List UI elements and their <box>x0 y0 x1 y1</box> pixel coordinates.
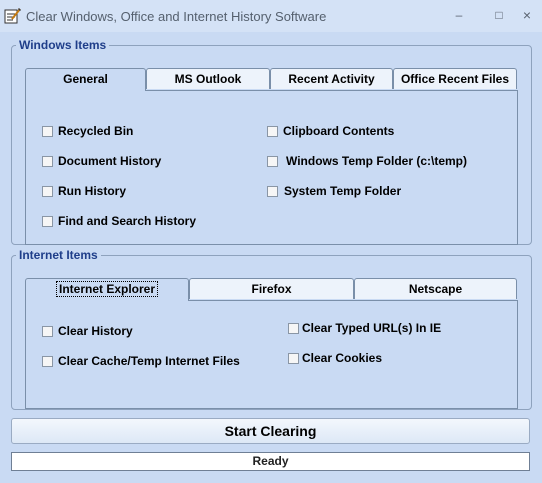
tab-netscape[interactable]: Netscape <box>354 278 517 299</box>
option-find-search-history[interactable]: Find and Search History <box>42 214 196 228</box>
tab-internet-explorer[interactable]: Internet Explorer <box>25 278 189 301</box>
window-title: Clear Windows, Office and Internet Histo… <box>26 9 327 24</box>
internet-items-group: Internet Items Internet Explorer Firefox… <box>11 248 532 410</box>
option-clear-cookies[interactable]: Clear Cookies <box>288 351 382 365</box>
windows-items-group: Windows Items General MS Outlook Recent … <box>11 38 532 245</box>
tab-general[interactable]: General <box>25 68 146 91</box>
tab-recent-activity-label: Recent Activity <box>288 72 375 86</box>
tab-firefox-label: Firefox <box>251 282 292 296</box>
internet-items-legend: Internet Items <box>19 248 98 262</box>
document-history-label: Document History <box>58 154 162 168</box>
system-temp-folder-checkbox[interactable] <box>267 185 278 197</box>
find-search-history-label: Find and Search History <box>58 214 197 228</box>
run-history-label: Run History <box>58 184 127 198</box>
document-history-checkbox[interactable] <box>42 155 53 167</box>
clear-cache-checkbox[interactable] <box>42 355 53 367</box>
clear-cache-label: Clear Cache/Temp Internet Files <box>58 354 240 368</box>
maximize-icon[interactable]: □ <box>488 6 510 24</box>
tab-netscape-label: Netscape <box>408 282 463 296</box>
tab-internet-explorer-label: Internet Explorer <box>55 281 159 297</box>
find-search-history-checkbox[interactable] <box>42 215 53 227</box>
tab-recent-activity[interactable]: Recent Activity <box>270 68 393 89</box>
option-clear-cache[interactable]: Clear Cache/Temp Internet Files <box>42 354 240 368</box>
tab-office-recent-files[interactable]: Office Recent Files <box>393 68 517 89</box>
start-clearing-button[interactable]: Start Clearing <box>11 418 530 444</box>
windows-items-legend: Windows Items <box>19 38 107 52</box>
general-tab-panel: Recycled Bin Document History Run Histor… <box>25 90 518 245</box>
status-bar: Ready <box>11 452 530 471</box>
clear-cookies-label: Clear Cookies <box>302 351 383 365</box>
tab-general-label: General <box>63 72 108 86</box>
close-icon[interactable]: × <box>516 6 538 24</box>
system-temp-folder-label: System Temp Folder <box>284 184 402 198</box>
option-clear-history[interactable]: Clear History <box>42 324 133 338</box>
option-run-history[interactable]: Run History <box>42 184 126 198</box>
run-history-checkbox[interactable] <box>42 185 53 197</box>
option-clear-typed-urls[interactable]: Clear Typed URL(s) In IE <box>288 321 441 335</box>
tab-firefox[interactable]: Firefox <box>189 278 354 299</box>
windows-temp-folder-label: Windows Temp Folder (c:\temp) <box>286 154 468 168</box>
tab-office-recent-files-label: Office Recent Files <box>400 72 510 86</box>
option-document-history[interactable]: Document History <box>42 154 161 168</box>
clear-history-label: Clear History <box>58 324 133 338</box>
option-clipboard-contents[interactable]: Clipboard Contents <box>267 124 394 138</box>
clear-history-checkbox[interactable] <box>42 325 53 337</box>
option-system-temp-folder[interactable]: System Temp Folder <box>267 184 401 198</box>
internet-explorer-tab-panel: Clear History Clear Cache/Temp Internet … <box>25 300 518 409</box>
minimize-icon[interactable]: – <box>448 6 470 24</box>
option-recycled-bin[interactable]: Recycled Bin <box>42 124 133 138</box>
clipboard-contents-label: Clipboard Contents <box>283 124 395 138</box>
clear-typed-urls-checkbox[interactable] <box>288 322 299 334</box>
option-windows-temp-folder[interactable]: Windows Temp Folder (c:\temp) <box>267 154 467 168</box>
title-bar[interactable]: Clear Windows, Office and Internet Histo… <box>0 0 542 32</box>
clipboard-contents-checkbox[interactable] <box>267 125 278 137</box>
recycled-bin-checkbox[interactable] <box>42 125 53 137</box>
clear-typed-urls-label: Clear Typed URL(s) In IE <box>302 321 442 335</box>
tab-ms-outlook[interactable]: MS Outlook <box>146 68 270 89</box>
windows-temp-folder-checkbox[interactable] <box>267 155 278 167</box>
tab-ms-outlook-label: MS Outlook <box>174 72 242 86</box>
clear-cookies-checkbox[interactable] <box>288 352 299 364</box>
recycled-bin-label: Recycled Bin <box>58 124 134 138</box>
app-icon <box>4 8 21 24</box>
